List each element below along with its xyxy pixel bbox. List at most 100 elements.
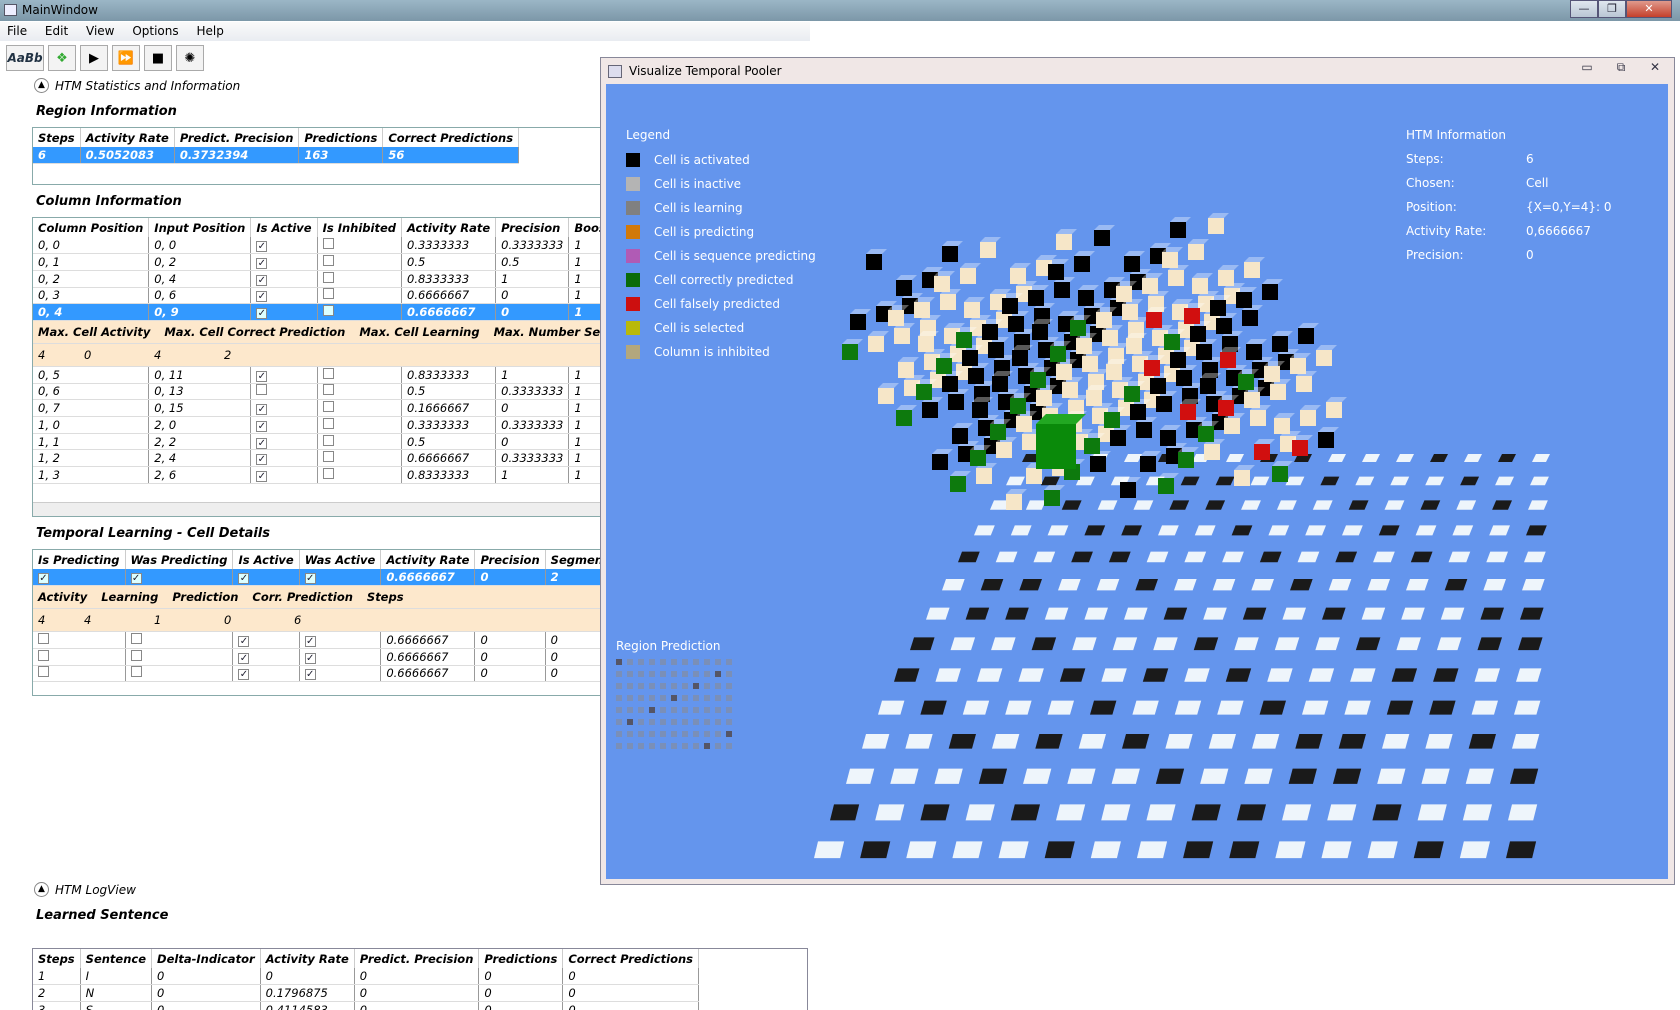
menu-help[interactable]: Help: [189, 22, 230, 40]
htm-statistics-expander[interactable]: ▲ HTM Statistics and Information: [34, 78, 240, 93]
stop-icon[interactable]: ■: [144, 45, 172, 71]
checkbox[interactable]: [322, 271, 334, 283]
column-header[interactable]: Segments: [545, 550, 601, 569]
column-header[interactable]: Is Active: [250, 218, 318, 237]
column-header[interactable]: Predict. Precision: [354, 949, 480, 968]
checkbox[interactable]: ✓: [238, 652, 250, 664]
column-header[interactable]: Is Predicting: [33, 550, 126, 569]
column-header[interactable]: Activity Rate: [80, 128, 175, 147]
fast-forward-icon[interactable]: ⏩: [112, 45, 140, 71]
table-row[interactable]: ✓✓✓✓0.6666667029: [33, 569, 601, 587]
checkbox[interactable]: [322, 255, 334, 267]
checkbox[interactable]: ✓: [238, 573, 250, 585]
column-header[interactable]: Correct Predictions: [382, 128, 520, 147]
checkbox[interactable]: ✓: [256, 404, 268, 416]
table-row[interactable]: ✓✓0.6666667000: [33, 648, 601, 666]
horizontal-scrollbar[interactable]: [33, 502, 601, 516]
checkbox[interactable]: ✓: [130, 573, 142, 585]
column-header[interactable]: Predictions: [478, 949, 564, 968]
table-row[interactable]: 1, 32, 6✓0.83333331125: [33, 466, 601, 484]
column-header[interactable]: Column Position: [33, 218, 150, 237]
checkbox[interactable]: [38, 666, 49, 678]
checkbox[interactable]: ✓: [304, 652, 316, 664]
maximize-button[interactable]: ❐: [1598, 0, 1626, 18]
checkbox[interactable]: [256, 384, 268, 396]
checkbox[interactable]: ✓: [256, 291, 268, 303]
column-header[interactable]: Boost: [568, 218, 601, 237]
checkbox[interactable]: ✓: [256, 274, 268, 286]
column-header[interactable]: Steps: [33, 949, 81, 968]
column-grid[interactable]: Column Position Input Position Is Active Is…: [32, 217, 602, 517]
checkbox[interactable]: [38, 633, 49, 645]
column-header[interactable]: Delta-Indicator: [151, 949, 261, 968]
viz-restore-button[interactable]: ⧉: [1608, 60, 1634, 76]
checkbox[interactable]: ✓: [256, 370, 268, 382]
table-row[interactable]: 0, 30, 6✓0.66666670115: [33, 287, 601, 305]
checkbox[interactable]: [38, 649, 49, 661]
table-row[interactable]: 3 S 0 0.4114583 0 0 0: [33, 1001, 700, 1010]
menu-edit[interactable]: Edit: [38, 22, 75, 40]
checkbox[interactable]: ✓: [256, 437, 268, 449]
column-header[interactable]: Predictions: [298, 128, 384, 147]
htm-logview-expander[interactable]: ▲ HTM LogView: [34, 882, 136, 897]
checkbox[interactable]: [322, 367, 334, 379]
table-row[interactable]: ✓✓0.6666667000: [33, 631, 601, 649]
column-header[interactable]: Input Position: [148, 218, 252, 237]
checkbox[interactable]: [130, 633, 142, 645]
column-header[interactable]: Activity Rate: [380, 550, 476, 569]
htm-3d-scene[interactable]: Legend Cell is activated Cell is inactive…: [606, 84, 1668, 879]
table-row[interactable]: ✓✓0.6666667000: [33, 665, 601, 683]
checkbox[interactable]: ✓: [304, 669, 316, 681]
table-row[interactable]: 0, 60, 130.50.3333333115: [33, 383, 601, 401]
table-row[interactable]: 2 N 0 0.1796875 0 0 0: [33, 984, 700, 1002]
font-button[interactable]: AaBb: [6, 45, 44, 71]
table-row[interactable]: 1I00000: [33, 968, 700, 986]
viz-close-button[interactable]: ✕: [1642, 60, 1668, 76]
checkbox[interactable]: ✓: [256, 308, 268, 320]
play-icon[interactable]: ▶: [80, 45, 108, 71]
share-icon[interactable]: ❖: [48, 45, 76, 71]
menu-view[interactable]: View: [79, 22, 121, 40]
menu-options[interactable]: Options: [125, 22, 185, 40]
table-row[interactable]: 1, 02, 0✓0.33333330.3333333115: [33, 416, 601, 434]
table-row[interactable]: 0, 00, 0✓0.33333330.333333319: [33, 237, 601, 255]
table-row[interactable]: 1, 12, 2✓0.50125: [33, 433, 601, 451]
table-row[interactable]: 0, 10, 2✓0.50.5115: [33, 253, 601, 271]
column-header[interactable]: Activity Rate: [401, 218, 497, 237]
column-header[interactable]: Steps: [33, 128, 81, 147]
table-row[interactable]: 6 0.5052083 0.3732394 163 56: [33, 147, 520, 165]
column-header[interactable]: Correct Predictions: [562, 949, 700, 968]
table-row[interactable]: 0, 20, 4✓0.83333331115: [33, 270, 601, 288]
checkbox[interactable]: ✓: [256, 241, 268, 253]
minimize-button[interactable]: —: [1570, 0, 1598, 18]
checkbox[interactable]: [322, 305, 334, 317]
checkbox[interactable]: [322, 384, 334, 396]
checkbox[interactable]: ✓: [256, 420, 268, 432]
learned-grid[interactable]: Steps Sentence Delta-Indicator Activity Rat…: [32, 948, 808, 1010]
checkbox[interactable]: [322, 434, 334, 446]
column-header[interactable]: Predict. Precision: [174, 128, 300, 147]
column-header[interactable]: Is Inhibited: [317, 218, 403, 237]
checkbox[interactable]: [322, 401, 334, 413]
column-header[interactable]: Precision: [474, 550, 546, 569]
viz-minimize-button[interactable]: ▭: [1574, 60, 1600, 76]
region-grid[interactable]: Steps Activity Rate Predict. Precision Pred…: [32, 127, 602, 185]
table-row[interactable]: 1, 22, 4✓0.66666670.3333333125: [33, 449, 601, 468]
cell-details-grid[interactable]: Is Predicting Was Predicting Is Active Was …: [32, 549, 602, 696]
checkbox[interactable]: [322, 238, 334, 250]
checkbox[interactable]: ✓: [238, 636, 250, 648]
checkbox[interactable]: [322, 417, 334, 429]
column-header[interactable]: Was Predicting: [125, 550, 234, 569]
table-row[interactable]: 0, 70, 15✓0.1666667019: [33, 399, 601, 417]
column-header[interactable]: Was Active: [299, 550, 382, 569]
checkbox[interactable]: [322, 451, 334, 463]
table-row[interactable]: 0, 50, 11✓0.83333331115: [33, 366, 601, 384]
checkbox[interactable]: [322, 467, 334, 479]
column-header[interactable]: Sentence: [80, 949, 153, 968]
close-button[interactable]: ✕: [1626, 0, 1672, 18]
checkbox[interactable]: [130, 666, 142, 678]
checkbox[interactable]: ✓: [256, 258, 268, 270]
checkbox[interactable]: [322, 288, 334, 300]
checkbox[interactable]: ✓: [304, 573, 316, 585]
column-header[interactable]: Is Active: [232, 550, 300, 569]
